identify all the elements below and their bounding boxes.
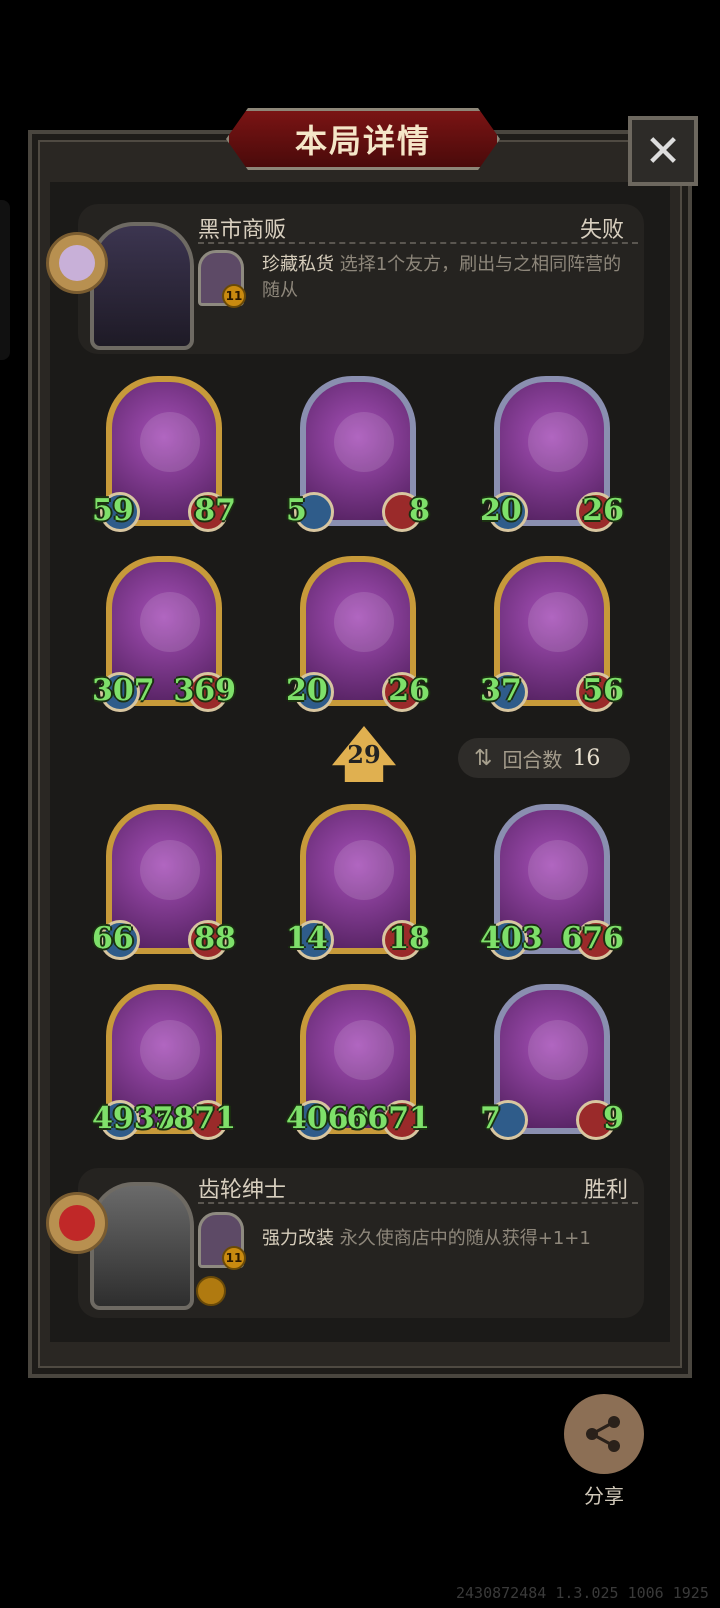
minion-attack: 20 <box>286 673 328 708</box>
minion-health: 26 <box>388 673 430 708</box>
rounds-counter: ⇅ 回合数 16 <box>458 738 630 778</box>
minion-health: 87 <box>194 493 236 528</box>
close-icon: ✕ <box>644 125 682 177</box>
minion-card[interactable]: 4935 7871 <box>92 984 236 1140</box>
opponent-divider <box>198 242 638 244</box>
tier-indicator: 29 <box>332 726 396 782</box>
opponent-result: 失败 <box>580 218 625 243</box>
opponent-skill-text: 珍藏私货 选择1个友方，刷出与之相同阵营的随从 <box>262 252 622 304</box>
player-extra-icon[interactable] <box>196 1276 226 1306</box>
minion-card[interactable]: 59 87 <box>92 376 236 532</box>
minion-health: 6671 <box>346 1101 431 1136</box>
minion-card[interactable]: 20 26 <box>286 556 430 712</box>
opponent-avatar <box>90 222 194 350</box>
player-skill-desc: 永久使商店中的随从获得+1+1 <box>339 1228 591 1249</box>
minion-health: 56 <box>582 673 624 708</box>
minion-attack: 14 <box>286 921 328 956</box>
minion-card[interactable]: 37 56 <box>480 556 624 712</box>
minion-card[interactable]: 66 88 <box>92 804 236 960</box>
minion-health: 8 <box>409 493 430 528</box>
share-icon <box>586 1416 620 1452</box>
opponent-skill-level: 11 <box>222 284 246 308</box>
opponent-clock-icon <box>46 232 108 294</box>
title-banner: 本局详情 <box>226 108 500 170</box>
minion-attack: 59 <box>92 493 134 528</box>
player-name: 齿轮绅士 <box>198 1178 287 1203</box>
rounds-value: 16 <box>572 745 601 771</box>
refresh-icon: ⇅ <box>474 745 493 771</box>
minion-health: 7871 <box>152 1101 237 1136</box>
minion-attack: 20 <box>480 493 522 528</box>
share-label: 分享 <box>584 1484 624 1508</box>
minion-card[interactable]: 14 18 <box>286 804 430 960</box>
minion-attack: 66 <box>92 921 134 956</box>
minion-attack: 5 <box>286 493 307 528</box>
player-avatar <box>90 1182 194 1310</box>
minion-health: 369 <box>173 673 236 708</box>
page-title: 本局详情 <box>294 122 431 160</box>
minion-health: 18 <box>388 921 430 956</box>
opponent-skill-name: 珍藏私货 <box>262 254 334 275</box>
minion-attack: 307 <box>92 673 155 708</box>
minion-card[interactable]: 4069 6671 <box>286 984 430 1140</box>
player-skill-level: 11 <box>222 1246 246 1270</box>
player-skill-text: 强力改装 永久使商店中的随从获得+1+1 <box>262 1226 622 1252</box>
minion-health: 9 <box>603 1101 624 1136</box>
minion-card[interactable]: 79 <box>480 984 624 1140</box>
side-tab <box>0 200 10 360</box>
close-button[interactable]: ✕ <box>628 116 698 186</box>
minion-attack: 403 <box>480 921 543 956</box>
opponent-name: 黑市商贩 <box>198 218 287 243</box>
player-result: 胜利 <box>584 1178 629 1203</box>
footer-id: 2430872484 1.3.025 1006 1925 <box>456 1584 709 1602</box>
minion-health: 26 <box>582 493 624 528</box>
minion-card[interactable]: 307 369 <box>92 556 236 712</box>
minion-attack: 7 <box>480 1101 501 1136</box>
minion-health: 676 <box>561 921 624 956</box>
tier-value: 29 <box>347 740 381 769</box>
player-skill-name: 强力改装 <box>262 1228 334 1249</box>
minion-health: 88 <box>194 921 236 956</box>
minion-card[interactable]: 58 <box>286 376 430 532</box>
rounds-label: 回合数 <box>502 747 563 772</box>
player-clock-icon <box>46 1192 108 1254</box>
player-divider <box>198 1202 638 1204</box>
minion-card[interactable]: 20 26 <box>480 376 624 532</box>
share-button[interactable] <box>564 1394 644 1474</box>
minion-card[interactable]: 403 676 <box>480 804 624 960</box>
minion-attack: 37 <box>480 673 522 708</box>
